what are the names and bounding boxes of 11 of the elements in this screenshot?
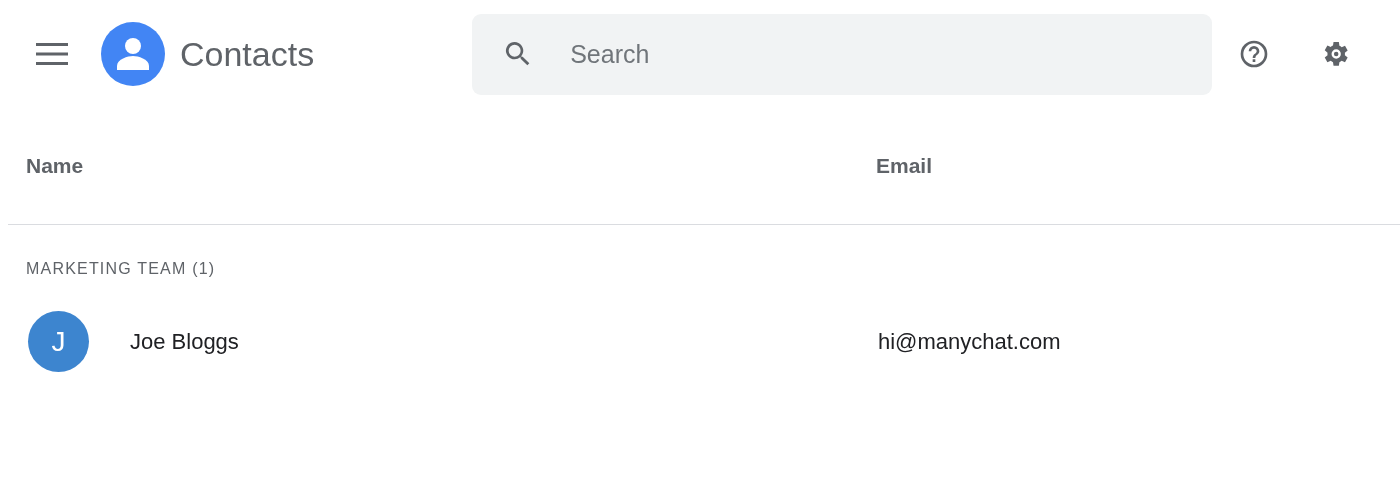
menu-icon [36, 43, 68, 65]
contact-avatar: J [28, 311, 89, 372]
contact-email: hi@manychat.com [878, 328, 1062, 355]
contact-logo-icon [101, 22, 165, 86]
column-header: Name [26, 154, 85, 178]
app-title: Contacts [180, 34, 315, 74]
contact-name[interactable]: Joe Bloggs [130, 328, 239, 355]
group-label: MARKETING TEAM (1) [26, 260, 216, 277]
search-field[interactable]: Search [472, 13, 1213, 95]
search-input[interactable]: Search [568, 38, 1133, 70]
column-header: Email [876, 154, 934, 178]
